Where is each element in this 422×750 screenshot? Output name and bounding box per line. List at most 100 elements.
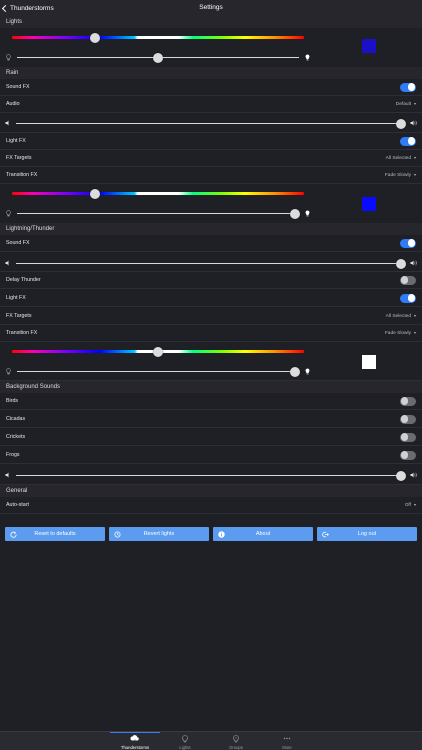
lightning-hue-slider-thumb[interactable] [153,346,163,357]
rain-sound-fx-label: Sound FX [6,84,30,90]
lightning-brightness-thumb[interactable] [290,366,300,377]
lightning-brightness-track[interactable] [17,371,295,372]
lightning-sound-fx-row: Sound FX [0,235,422,252]
lights-hue-slider-thumb[interactable] [90,32,100,43]
lights-color-row [0,28,422,68]
rain-sound-fx-toggle[interactable] [400,82,416,92]
caret-down-icon [414,315,416,317]
lightning-fx-targets-row[interactable]: FX Targets All Selected [0,308,422,325]
lightning-transition-fx-value: Fade Slowly [384,330,411,336]
lightning-volume-track[interactable] [16,263,401,264]
bulb-group-icon [233,735,239,743]
lights-color-swatch[interactable] [362,39,376,53]
caret-down-icon [414,332,416,334]
log-out-button[interactable]: Log out [317,527,417,541]
lightning-volume-row [0,252,422,272]
volume-high-icon [410,260,417,266]
birds-label: Birds [6,398,19,404]
birds-toggle[interactable] [400,396,416,406]
bulb-icon [182,735,188,743]
rain-color-row [0,184,422,224]
caret-down-icon [414,103,416,105]
auto-start-value: Off [404,502,411,508]
lightning-transition-fx-row[interactable]: Transition FX Fade Slowly [0,325,422,342]
rain-hue-slider-thumb[interactable] [90,188,100,199]
rain-sound-fx-row: Sound FX [0,79,422,96]
auto-start-label: Auto-start [6,502,29,508]
rain-fx-targets-value: All Selected [385,155,411,161]
revert-lights-button[interactable]: Revert lights [109,527,209,541]
rain-color-swatch[interactable] [362,197,376,211]
caret-down-icon [414,174,416,176]
reset-icon [10,531,17,538]
rain-audio-select[interactable]: Default [396,102,416,107]
rain-light-fx-toggle[interactable] [400,136,416,146]
lightning-sound-fx-label: Sound FX [6,240,30,246]
bulb-off-icon [6,54,11,61]
background-volume-thumb[interactable] [396,470,406,481]
lightning-fx-targets-select[interactable]: All Selected [386,314,416,319]
lightning-color-swatch[interactable] [362,355,376,369]
about-label: About [255,531,271,537]
rain-audio-label: Audio [6,101,20,107]
rain-volume-track[interactable] [16,123,401,124]
delay-thunder-label: Delay Thunder [6,277,41,283]
rain-transition-fx-select[interactable]: Fade Slowly [385,173,416,178]
crickets-label: Crickets [6,434,26,440]
lights-hue-slider[interactable] [12,36,304,39]
lightning-sound-fx-toggle[interactable] [400,238,416,248]
lights-brightness-thumb[interactable] [153,52,163,63]
tab-more[interactable]: More [262,732,312,750]
page-title: Settings [199,4,223,11]
bulb-on-icon [305,210,310,217]
auto-start-select[interactable]: Off [405,503,416,508]
rain-fx-targets-row[interactable]: FX Targets All Selected [0,150,422,167]
section-header-rain: Rain [0,67,422,79]
reset-defaults-button[interactable]: Reset to defaults [5,527,105,541]
rain-transition-fx-label: Transition FX [6,172,38,178]
volume-low-icon [5,260,9,266]
rain-hue-slider[interactable] [12,192,304,195]
lightning-volume-thumb[interactable] [396,258,406,269]
frogs-toggle[interactable] [400,450,416,460]
delay-thunder-toggle[interactable] [400,275,416,285]
rain-volume-thumb[interactable] [396,118,406,129]
rain-brightness-track[interactable] [17,213,295,214]
rain-fx-targets-label: FX Targets [6,155,32,161]
revert-lights-label: Revert lights [143,531,175,537]
bulb-on-icon [305,368,310,375]
log-out-label: Log out [357,531,377,537]
cloud-lightning-icon [130,735,139,743]
delay-thunder-row: Delay Thunder [0,272,422,289]
crickets-toggle[interactable] [400,432,416,442]
tab-groups[interactable]: Groups [211,732,261,750]
revert-icon [114,530,121,538]
caret-down-icon [414,157,416,159]
cicadas-toggle[interactable] [400,414,416,424]
caret-down-icon [414,504,416,506]
lightning-light-fx-row: Light FX [0,290,422,307]
auto-start-row[interactable]: Auto-start Off [0,497,422,514]
rain-fx-targets-select[interactable]: All Selected [386,156,416,161]
lightning-transition-fx-label: Transition FX [6,330,38,336]
nav-bar: Thunderstorms Settings [0,0,422,16]
tab-lights[interactable]: Lights [160,732,210,750]
tab-thunderstorms[interactable]: Thunderstorms [110,732,160,750]
rain-transition-fx-row[interactable]: Transition FX Fade Slowly [0,167,422,184]
about-button[interactable]: About [213,527,313,541]
lightning-light-fx-label: Light FX [6,295,26,301]
volume-low-icon [5,120,9,126]
cicadas-label: Cicadas [6,416,26,422]
lightning-transition-fx-select[interactable]: Fade Slowly [385,331,416,336]
rain-transition-fx-value: Fade Slowly [384,172,411,178]
rain-audio-row[interactable]: Audio Default [0,96,422,113]
frogs-label: Frogs [6,452,20,458]
lightning-light-fx-toggle[interactable] [400,293,416,303]
rain-brightness-thumb[interactable] [290,208,300,219]
tab-groups-label: Groups [229,745,243,750]
section-header-lightning: Lightning/Thunder [0,223,422,235]
cicadas-row: Cicadas [0,411,422,428]
bulb-off-icon [6,368,11,375]
background-volume-track[interactable] [16,475,401,476]
volume-high-icon [410,120,417,126]
